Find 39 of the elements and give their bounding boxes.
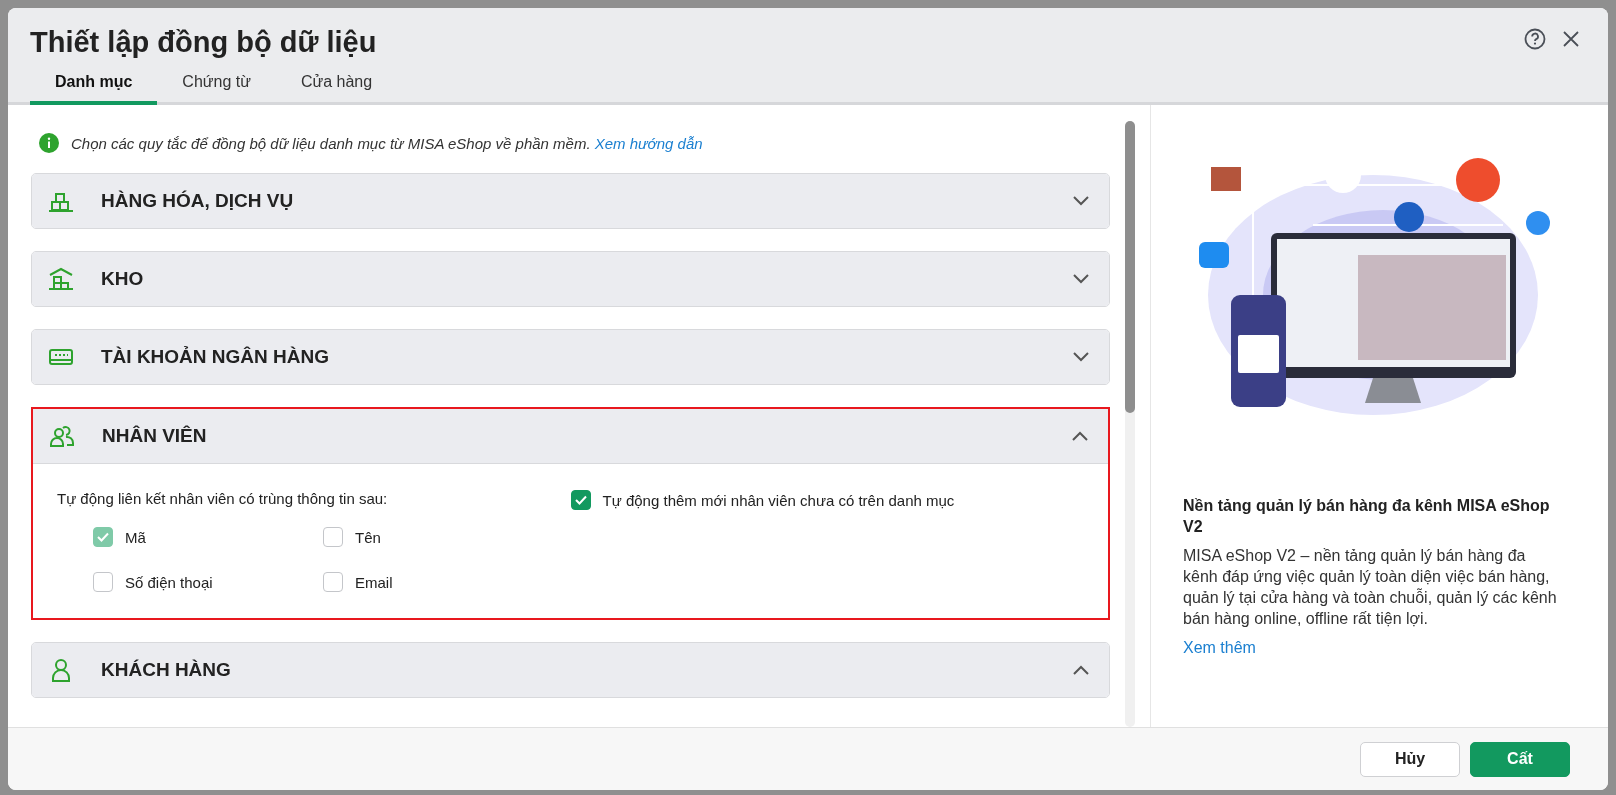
section-header[interactable]: HÀNG HÓA, DỊCH VỤ <box>32 174 1110 228</box>
checkbox[interactable] <box>323 572 343 592</box>
tab[interactable]: Chứng từ <box>157 67 276 105</box>
section-title: KHO <box>101 268 145 290</box>
section-header[interactable]: NHÂN VIÊN <box>33 409 1109 463</box>
tab[interactable]: Cửa hàng <box>275 67 398 105</box>
checkbox[interactable] <box>570 490 591 510</box>
warehouse-icon <box>48 266 74 292</box>
more-link[interactable]: Xem thêm <box>1183 639 1256 656</box>
checkbox-label: Mã <box>125 528 146 546</box>
promo-text: MISA eShop V2 – nền tảng quản lý bán hàng đa kênh đáp ứng việc quản lý toàn diện việc bán hàng, quản lý tại cửa hàng và toàn chuỗi, quản lý các kênh bán hàng online, offline rất tiện lợi. <box>1183 546 1558 629</box>
section-title: TÀI KHOẢN NGÂN HÀNG <box>101 346 330 368</box>
info-text: Chọn các quy tắc để đồng bộ dữ liệu danh mục từ MISA eShop về phần mềm. Xem hướng dẫn <box>71 134 703 152</box>
section-header[interactable]: KHÁCH HÀNG <box>32 643 1110 697</box>
dialog-title: Thiết lập đồng bộ dữ liệu <box>30 26 377 59</box>
check-icon <box>96 530 110 544</box>
checkbox-label: Email <box>355 573 393 591</box>
match-label: Tự động liên kết nhân viên có trùng thông tin sau: <box>57 490 389 507</box>
checkbox-label: Tên <box>355 528 381 546</box>
promo-title: Nền tảng quản lý bán hàng đa kênh MISA eShop V2 <box>1183 496 1551 537</box>
checkbox-label: Số điện thoại <box>125 573 213 591</box>
checkbox[interactable] <box>323 527 343 547</box>
check-icon <box>573 493 588 507</box>
help-icon[interactable] <box>1524 27 1546 50</box>
checkbox[interactable] <box>93 572 113 592</box>
checkbox-label: Tự động thêm mới nhân viên chưa có trên danh mục <box>602 491 955 509</box>
guide-link[interactable]: Xem hướng dẫn <box>594 134 703 152</box>
section-header[interactable]: TÀI KHOẢN NGÂN HÀNG <box>32 330 1110 384</box>
info-icon <box>39 133 59 153</box>
tab[interactable]: Danh mục <box>30 67 158 105</box>
people-icon <box>49 423 75 449</box>
section-header[interactable]: KHO <box>32 252 1110 306</box>
scrollbar[interactable] <box>1125 121 1135 727</box>
cancel-button[interactable]: Hủy <box>1360 741 1460 777</box>
section-title: HÀNG HÓA, DỊCH VỤ <box>101 190 295 212</box>
close-icon[interactable] <box>1562 29 1580 48</box>
section-title: NHÂN VIÊN <box>102 425 208 447</box>
save-button[interactable]: Cất <box>1470 741 1570 777</box>
section-title: KHÁCH HÀNG <box>101 659 232 681</box>
